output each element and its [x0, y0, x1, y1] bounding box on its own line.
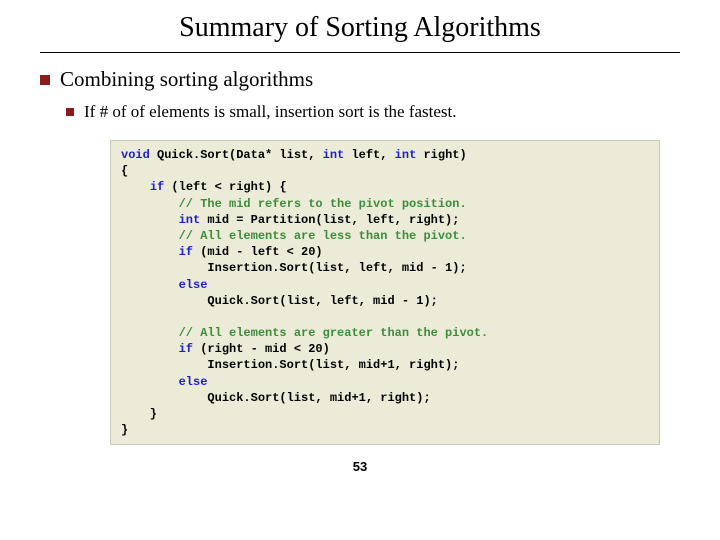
code-text [121, 180, 150, 194]
code-keyword: int [179, 213, 201, 227]
code-keyword: else [179, 278, 208, 292]
code-keyword: else [179, 375, 208, 389]
code-text [121, 245, 179, 259]
code-text [121, 229, 179, 243]
bullet-level2: If # of of elements is small, insertion … [66, 102, 680, 122]
code-text [121, 197, 179, 211]
code-keyword: void [121, 148, 150, 162]
code-text: (right - mid < 20) [193, 342, 330, 356]
code-keyword: int [395, 148, 417, 162]
code-keyword: int [323, 148, 345, 162]
code-text: Quick.Sort(list, left, mid - 1); [121, 294, 438, 308]
code-text: { [121, 164, 128, 178]
slide: Summary of Sorting Algorithms Combining … [0, 0, 720, 474]
code-text: } [121, 423, 128, 437]
bullet-square-icon [40, 75, 50, 85]
bullet-level2-text: If # of of elements is small, insertion … [84, 102, 457, 122]
title-divider [40, 52, 680, 53]
code-block: void Quick.Sort(Data* list, int left, in… [110, 140, 660, 445]
code-comment: // The mid refers to the pivot position. [179, 197, 467, 211]
bullet-level1: Combining sorting algorithms [40, 67, 680, 92]
code-text [121, 326, 179, 340]
code-text: Insertion.Sort(list, mid+1, right); [121, 358, 459, 372]
code-text: mid = Partition(list, left, right); [200, 213, 459, 227]
code-keyword: if [179, 245, 193, 259]
code-text: (mid - left < 20) [193, 245, 323, 259]
slide-title: Summary of Sorting Algorithms [40, 12, 680, 44]
code-keyword: if [179, 342, 193, 356]
code-text: left, [344, 148, 394, 162]
code-text [121, 278, 179, 292]
code-text: Quick.Sort(list, mid+1, right); [121, 391, 431, 405]
code-text: Quick.Sort(Data* list, [150, 148, 323, 162]
code-text: } [121, 407, 157, 421]
code-text [121, 375, 179, 389]
code-text [121, 342, 179, 356]
bullet-square-icon [66, 108, 74, 116]
code-text: Insertion.Sort(list, left, mid - 1); [121, 261, 467, 275]
code-keyword: if [150, 180, 164, 194]
code-text: (left < right) { [164, 180, 286, 194]
bullet-level1-text: Combining sorting algorithms [60, 67, 313, 92]
code-text: right) [416, 148, 466, 162]
code-text [121, 213, 179, 227]
code-comment: // All elements are less than the pivot. [179, 229, 467, 243]
code-comment: // All elements are greater than the piv… [179, 326, 489, 340]
page-number: 53 [40, 459, 680, 474]
